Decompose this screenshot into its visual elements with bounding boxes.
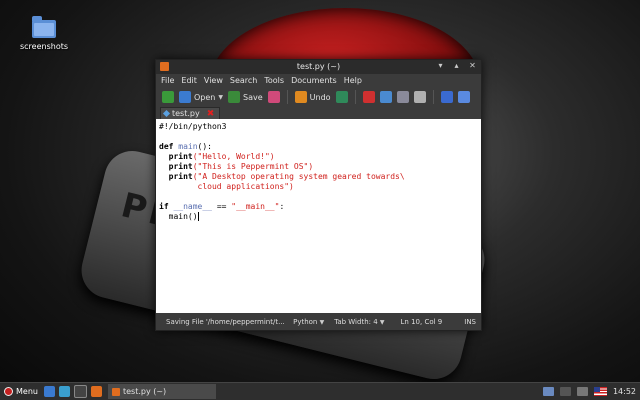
code-text: (): — [197, 142, 212, 151]
delete-icon[interactable] — [413, 91, 426, 103]
undo-button[interactable]: Undo — [294, 91, 331, 103]
tab-close-icon[interactable]: ✖ — [207, 109, 215, 119]
code-function-name: main — [178, 142, 198, 151]
undo-icon — [294, 91, 307, 103]
paste-icon[interactable] — [396, 91, 409, 103]
chevron-down-icon: ▼ — [379, 319, 385, 326]
menu-edit[interactable]: Edit — [181, 76, 197, 85]
python-file-icon — [162, 109, 171, 118]
terminal-launcher-icon[interactable] — [73, 385, 87, 398]
network-icon[interactable] — [559, 387, 571, 396]
chevron-down-icon: ▼ — [319, 319, 325, 326]
find-icon[interactable] — [440, 91, 453, 103]
code-string: ("This is Peppermint OS") — [192, 162, 314, 171]
code-line-1: #!/bin/python3 — [159, 122, 227, 131]
taskbar-item-test-py[interactable]: test.py (~) — [107, 384, 216, 399]
text-editor-launcher-icon[interactable] — [90, 386, 102, 397]
tab-width-selector[interactable]: Tab Width: 4 ▼ — [329, 318, 389, 326]
menu-view[interactable]: View — [204, 76, 223, 85]
find-replace-icon[interactable] — [457, 91, 470, 103]
save-button[interactable]: Save — [228, 91, 263, 103]
code-keyword: print — [168, 152, 193, 161]
menu-file[interactable]: File — [161, 76, 174, 85]
text-cursor — [197, 212, 199, 221]
editor-window: test.py (~) ▾ ▴ ✕ File Edit View Search … — [155, 59, 482, 331]
code-keyword: if — [159, 202, 169, 211]
toolbar-separator — [432, 90, 434, 104]
menu-button[interactable]: Menu — [0, 383, 42, 400]
code-string: ("A Desktop operating system geared towa… — [192, 172, 405, 181]
folder-icon — [32, 16, 56, 38]
window-titlebar[interactable]: test.py (~) ▾ ▴ ✕ — [156, 60, 481, 74]
status-bar: Saving File '/home/peppermint/t... Pytho… — [156, 314, 481, 330]
peppermint-logo-icon — [4, 387, 13, 396]
taskbar: Menu test.py (~) 14:52 — [0, 382, 640, 400]
volume-icon[interactable] — [576, 387, 588, 396]
toolbar-separator — [286, 90, 288, 104]
editor-text-area[interactable]: #!/bin/python3 def main(): print("Hello,… — [156, 119, 481, 313]
tab-test-py[interactable]: test.py ✖ — [160, 107, 220, 119]
code-text: main() — [168, 212, 198, 221]
status-message: Saving File '/home/peppermint/t... — [166, 318, 285, 326]
desktop-icon-label: screenshots — [19, 42, 69, 51]
menu-documents[interactable]: Documents — [291, 76, 337, 85]
code-keyword: print — [168, 172, 193, 181]
leafpad-app-icon — [111, 387, 120, 396]
open-button[interactable]: Open ▼ — [179, 91, 223, 103]
menu-tools[interactable]: Tools — [264, 76, 284, 85]
system-tray: 14:52 — [542, 383, 640, 400]
file-manager-launcher-icon[interactable] — [43, 386, 55, 397]
code-builtin: __name__ — [173, 202, 212, 211]
copy-icon[interactable] — [379, 91, 392, 103]
toolbar-separator — [354, 90, 356, 104]
workspace-icon[interactable] — [542, 387, 554, 396]
code-text: : — [279, 202, 285, 211]
menu-bar: File Edit View Search Tools Documents He… — [156, 74, 481, 87]
menu-search[interactable]: Search — [230, 76, 257, 85]
tab-bar: test.py ✖ — [156, 107, 481, 119]
code-string: ("Hello, World!") — [192, 152, 275, 161]
code-content: #!/bin/python3 def main(): print("Hello,… — [159, 122, 481, 222]
maximize-icon[interactable]: ▴ — [452, 61, 461, 71]
code-string: "__main__" — [231, 202, 280, 211]
code-keyword: print — [168, 162, 193, 171]
window-title: test.py (~) — [296, 62, 341, 71]
close-icon[interactable]: ✕ — [468, 61, 477, 71]
minimize-icon[interactable]: ▾ — [436, 61, 445, 71]
code-text: == — [212, 202, 232, 211]
code-keyword: def — [159, 142, 174, 151]
open-dropdown-icon[interactable]: ▼ — [218, 94, 223, 101]
insert-mode: INS — [464, 318, 476, 326]
cut-icon[interactable] — [362, 91, 375, 103]
toolbar: Open ▼ Save Undo — [156, 87, 481, 107]
new-document-icon[interactable] — [162, 91, 174, 103]
keyboard-layout-flag-icon[interactable] — [593, 387, 607, 396]
language-selector[interactable]: Python ▼ — [288, 318, 329, 326]
code-string: cloud applications") — [159, 182, 294, 191]
cursor-position: Ln 10, Col 9 — [400, 318, 443, 326]
menu-help[interactable]: Help — [344, 76, 362, 85]
redo-icon[interactable] — [335, 91, 348, 103]
open-icon — [179, 91, 191, 103]
desktop-icon-screenshots[interactable]: screenshots — [18, 16, 70, 51]
browser-launcher-icon[interactable] — [58, 386, 70, 397]
print-icon[interactable] — [267, 91, 280, 103]
save-icon — [228, 91, 240, 103]
clock[interactable]: 14:52 — [613, 387, 636, 396]
